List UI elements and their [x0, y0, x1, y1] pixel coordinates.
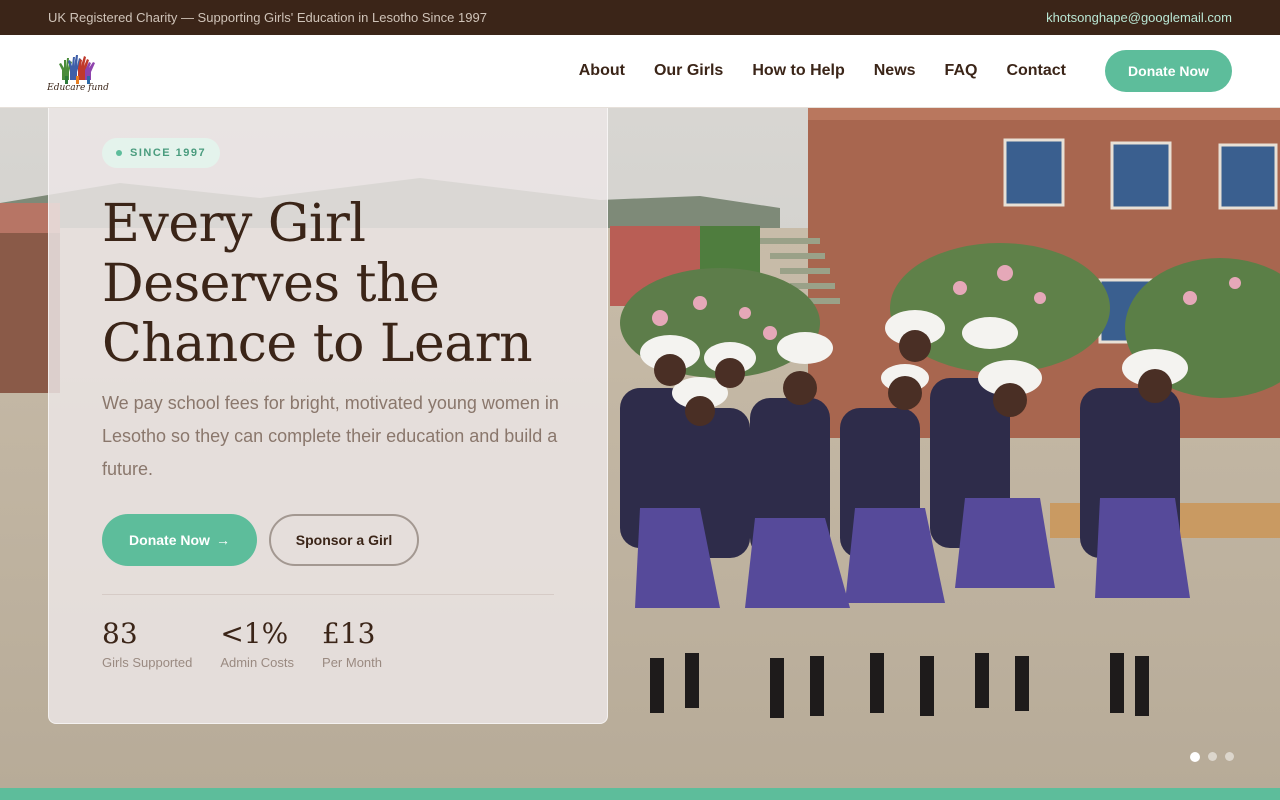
- hero-headline: Every Girl Deserves the Chance to Learn: [102, 194, 572, 374]
- carousel-dot-1[interactable]: [1190, 752, 1200, 762]
- headline-line-3: Chance to Learn: [102, 314, 533, 374]
- arrow-right-icon: →: [215, 532, 230, 548]
- stat-admin-costs: <1% Admin Costs: [220, 616, 294, 670]
- carousel-dot-3[interactable]: [1225, 752, 1234, 761]
- headline-line-2: Deserves the: [102, 254, 440, 314]
- site-logo[interactable]: Educare fund: [47, 50, 109, 93]
- nav-donate-button[interactable]: Donate Now: [1105, 50, 1232, 92]
- nav-link-faq[interactable]: FAQ: [945, 62, 978, 80]
- nav-link-about[interactable]: About: [579, 62, 625, 80]
- stat-label: Admin Costs: [220, 655, 295, 670]
- hero-donate-label: Donate Now: [129, 532, 210, 548]
- sponsor-girl-button[interactable]: Sponsor a Girl: [269, 514, 419, 566]
- hero-stats: 83 Girls Supported <1% Admin Costs £13 P…: [102, 616, 382, 670]
- nav-links: About Our Girls How to Help News FAQ Con…: [579, 62, 1066, 80]
- carousel-dots: [1190, 752, 1234, 762]
- stat-girls-supported: 83 Girls Supported: [102, 616, 192, 670]
- stat-value: £13: [322, 617, 376, 650]
- headline-line-1: Every Girl: [102, 194, 366, 254]
- main-navigation: Educare fund About Our Girls How to Help…: [0, 35, 1280, 108]
- stat-label: Girls Supported: [102, 655, 193, 670]
- hero-card: SINCE 1997 Every Girl Deserves the Chanc…: [48, 108, 608, 724]
- bottom-accent-band: [0, 788, 1280, 800]
- hero-subtitle: We pay school fees for bright, motivated…: [102, 393, 559, 479]
- charity-tagline: UK Registered Charity — Supporting Girls…: [48, 10, 487, 25]
- nav-link-news[interactable]: News: [874, 62, 916, 80]
- hands-logo-icon: [59, 54, 95, 84]
- top-info-bar: UK Registered Charity — Supporting Girls…: [0, 0, 1280, 35]
- stat-per-month: £13 Per Month: [322, 616, 382, 670]
- stat-value: 83: [102, 617, 138, 650]
- hero-donate-button[interactable]: Donate Now →: [102, 514, 257, 566]
- badge-dot-icon: [116, 150, 122, 156]
- nav-link-how-to-help[interactable]: How to Help: [752, 62, 844, 80]
- logo-wordmark: Educare fund: [47, 82, 109, 93]
- stats-divider: [102, 594, 554, 595]
- since-badge: SINCE 1997: [102, 138, 221, 168]
- stat-label: Per Month: [322, 655, 383, 670]
- carousel-dot-2[interactable]: [1208, 752, 1217, 761]
- badge-label: SINCE 1997: [130, 147, 207, 159]
- nav-link-our-girls[interactable]: Our Girls: [654, 62, 723, 80]
- nav-link-contact[interactable]: Contact: [1006, 62, 1066, 80]
- contact-email-link[interactable]: khotsonghape@googlemail.com: [1046, 10, 1232, 25]
- stat-value: <1%: [220, 617, 289, 650]
